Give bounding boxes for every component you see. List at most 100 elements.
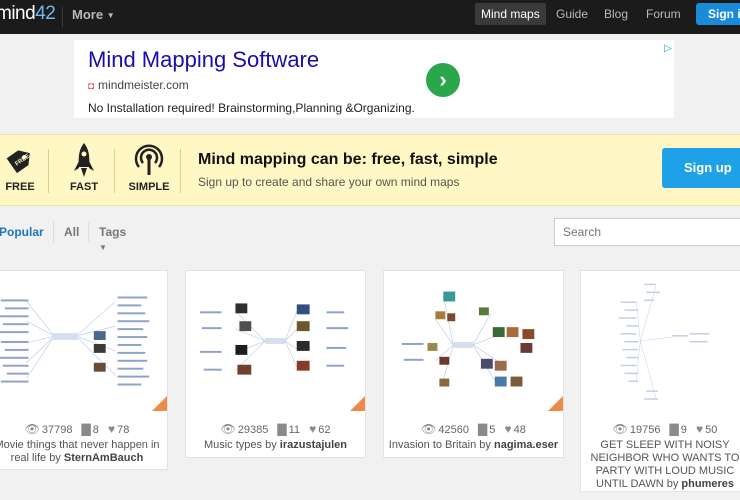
promo-free-label: FREE	[5, 181, 35, 193]
logo-text: mind	[0, 3, 36, 24]
card-author[interactable]: irazustajulen	[280, 439, 347, 451]
card-by: by	[666, 478, 679, 490]
adchoices-icon[interactable]: ▷	[664, 43, 672, 54]
promo-headline: Mind mapping can be: free, fast, simple	[198, 151, 498, 168]
view-count: 19756	[629, 424, 661, 436]
ad-url[interactable]: ◘ mindmeister.com	[88, 78, 189, 92]
card-corner-badge	[350, 396, 365, 411]
card-title-text: Music types	[203, 439, 263, 451]
nav-mind-maps[interactable]: Mind maps	[475, 3, 546, 25]
tab-all[interactable]: All	[64, 225, 79, 239]
card-stats: 👁 19756 ▇ 9 ♥ 50	[581, 422, 740, 436]
card-stats: 👁 42560 ▇ 5 ♥ 48	[384, 422, 563, 436]
comment-count: 9	[680, 424, 687, 436]
promo-free: FREE FREE	[2, 141, 38, 193]
like-count: 50	[705, 424, 718, 436]
ad-title[interactable]: Mind Mapping Software	[88, 47, 319, 73]
tab-popular[interactable]: Popular	[0, 225, 44, 239]
eye-icon: 👁	[612, 422, 628, 436]
tab-tags[interactable]: Tags ▼	[99, 225, 126, 253]
arrow-right-icon[interactable]: ›	[426, 63, 460, 97]
card-by: by	[49, 452, 61, 464]
card-title[interactable]: Movie things that never happen in real l…	[0, 439, 163, 465]
comment-icon: ▇	[81, 422, 91, 436]
mind-map-thumbnail[interactable]	[186, 271, 365, 411]
more-label: More	[72, 7, 104, 22]
card-title[interactable]: Invasion to Britain by nagima.eser	[388, 439, 559, 452]
mind-map-preview	[618, 283, 710, 400]
promo-separator	[48, 149, 49, 193]
nav-divider	[62, 7, 63, 27]
card-author[interactable]: nagima.eser	[494, 439, 558, 451]
sign-in-button[interactable]: Sign in	[696, 3, 740, 25]
search-input[interactable]	[554, 218, 740, 246]
mind-map-card[interactable]: 👁 29385 ▇ 11 ♥ 62 Music types by irazustaju…	[185, 270, 366, 458]
card-corner-badge	[548, 396, 563, 411]
promo-simple: SIMPLE	[126, 141, 172, 193]
card-stats: 👁 29385 ▇ 11 ♥ 62	[186, 422, 365, 436]
mind-map-preview	[199, 303, 349, 375]
comment-icon: ▇	[669, 422, 679, 436]
price-tag-icon: FREE	[2, 141, 38, 179]
rocket-icon	[66, 141, 102, 179]
promo-fast: FAST	[66, 141, 102, 193]
card-stats: 👁 37798 ▇ 8 ♥ 78	[0, 422, 167, 436]
logo-number: 42	[35, 3, 56, 24]
mind-map-thumbnail[interactable]	[581, 271, 740, 411]
nav-guide[interactable]: Guide	[550, 3, 594, 25]
promo-separator	[114, 149, 115, 193]
top-navigation-bar: mind42 More ▼ Mind maps Guide Blog Forum…	[0, 0, 740, 34]
comment-count: 8	[92, 424, 99, 436]
heart-icon: ♥	[309, 422, 317, 436]
card-author[interactable]: SternAmBauch	[64, 452, 143, 464]
eye-icon: 👁	[24, 422, 40, 436]
more-menu[interactable]: More ▼	[72, 7, 115, 22]
broadcast-icon	[126, 141, 172, 179]
like-count: 48	[513, 424, 526, 436]
mind-map-card[interactable]: 👁 37798 ▇ 8 ♥ 78 Movie things that never ha…	[0, 270, 168, 470]
caret-down-icon: ▼	[106, 11, 115, 21]
mind-map-thumbnail[interactable]	[384, 271, 563, 411]
logo[interactable]: mind42	[0, 3, 56, 25]
comment-count: 11	[288, 424, 301, 436]
sign-up-button[interactable]: Sign up	[662, 148, 740, 188]
mind-map-card[interactable]: 👁 19756 ▇ 9 ♥ 50 GET SLEEP WITH NOISY NEIGH…	[580, 270, 740, 492]
card-title[interactable]: GET SLEEP WITH NOISY NEIGHBOR WHO WANTS …	[585, 439, 740, 491]
card-author[interactable]: phumeres	[681, 478, 734, 490]
mind-map-thumbnail[interactable]	[0, 271, 167, 411]
card-title[interactable]: Music types by irazustajulen	[190, 439, 361, 452]
eye-icon: 👁	[220, 422, 236, 436]
tab-separator	[53, 222, 54, 242]
view-count: 37798	[41, 424, 73, 436]
ad-url-icon: ◘	[88, 81, 95, 92]
caret-down-icon: ▼	[99, 243, 107, 252]
ad-url-text: mindmeister.com	[98, 78, 189, 92]
mind-map-preview	[0, 296, 150, 386]
ad-description: No Installation required! Brainstorming,…	[88, 101, 415, 115]
tab-separator	[88, 222, 89, 242]
card-corner-badge	[152, 396, 167, 411]
card-by: by	[265, 439, 277, 451]
card-by: by	[479, 439, 491, 451]
tab-tags-label: Tags	[99, 225, 127, 239]
like-count: 78	[117, 424, 130, 436]
comment-icon: ▇	[277, 422, 287, 436]
view-count: 29385	[237, 424, 269, 436]
promo-banner: FREE FREE FAST SIMPLE Mind mapping can b…	[0, 134, 740, 206]
promo-subline: Sign up to create and share your own min…	[198, 175, 460, 189]
heart-icon: ♥	[695, 422, 704, 436]
card-title-text: Invasion to Britain	[388, 439, 477, 451]
like-count: 62	[318, 424, 331, 436]
comment-icon: ▇	[478, 422, 488, 436]
promo-fast-label: FAST	[69, 181, 99, 193]
heart-icon: ♥	[107, 422, 116, 436]
promo-separator	[180, 149, 181, 193]
mind-map-preview	[401, 291, 535, 387]
nav-blog[interactable]: Blog	[598, 3, 634, 25]
nav-forum[interactable]: Forum	[640, 3, 687, 25]
promo-simple-label: SIMPLE	[128, 181, 170, 193]
view-count: 42560	[438, 424, 469, 436]
ad-banner[interactable]: Mind Mapping Software ◘ mindmeister.com N…	[74, 40, 674, 118]
heart-icon: ♥	[504, 422, 512, 436]
mind-map-card[interactable]: 👁 42560 ▇ 5 ♥ 48 Invasion to Britain by nag…	[383, 270, 564, 458]
